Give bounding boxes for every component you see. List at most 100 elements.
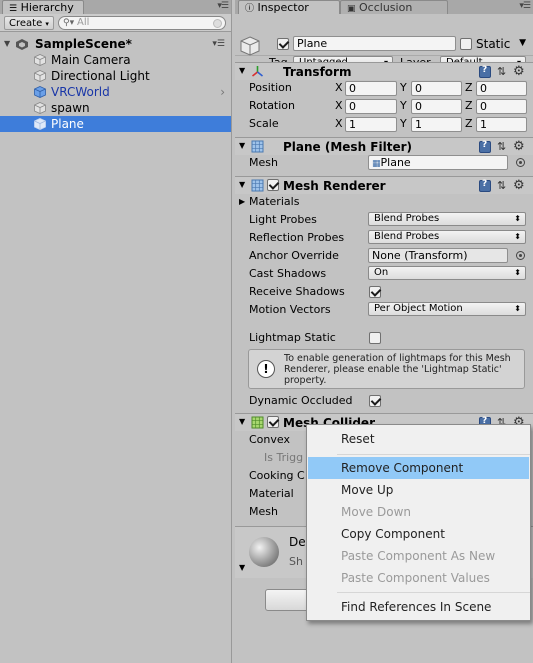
- lightmap-help-box: ! To enable generation of lightmaps for …: [248, 349, 525, 389]
- object-picker-icon[interactable]: [516, 251, 525, 260]
- mesh-filter-mesh-field[interactable]: ▦Plane: [368, 155, 508, 170]
- help-text: To enable generation of lightmaps for th…: [284, 353, 511, 386]
- menu-item-reset[interactable]: Reset: [308, 428, 529, 450]
- help-book-icon[interactable]: [479, 179, 491, 192]
- active-checkbox[interactable]: [277, 38, 289, 50]
- hierarchy-item-vrcworld[interactable]: VRCWorld ›: [0, 84, 231, 100]
- hierarchy-item-spawn[interactable]: spawn: [0, 100, 231, 116]
- motion-vectors-label: Motion Vectors: [249, 303, 331, 316]
- presets-icon[interactable]: ⇅: [497, 140, 506, 153]
- dynamic-occluded-checkbox[interactable]: [369, 395, 381, 407]
- scale-y-field[interactable]: 1: [411, 117, 462, 132]
- hierarchy-item-main-camera[interactable]: Main Camera: [0, 52, 231, 68]
- anchor-override-field[interactable]: None (Transform): [368, 248, 508, 263]
- axis-x-label: X: [335, 81, 343, 94]
- position-label: Position: [249, 81, 292, 94]
- axis-z-label: Z: [465, 99, 473, 112]
- static-dropdown-icon[interactable]: ▼: [519, 38, 526, 48]
- hierarchy-item-plane[interactable]: Plane: [0, 116, 231, 132]
- hierarchy-search-input[interactable]: ⚲▾ All: [58, 16, 226, 30]
- position-z-field[interactable]: 0: [476, 81, 527, 96]
- hierarchy-tab[interactable]: ☰ Hierarchy: [2, 0, 84, 14]
- dropdown-arrow-icon: ▾: [45, 20, 49, 28]
- collider-material-label: Material: [249, 487, 294, 500]
- mesh-renderer-header[interactable]: ▼ Mesh Renderer ⇅ ⚙: [235, 176, 533, 194]
- scene-name: SampleScene*: [35, 37, 132, 51]
- receive-shadows-checkbox[interactable]: [369, 286, 381, 298]
- convex-label: Convex: [249, 433, 290, 446]
- presets-icon[interactable]: ⇅: [497, 179, 506, 192]
- hierarchy-item-directional-light[interactable]: Directional Light: [0, 68, 231, 84]
- collapse-triangle-icon[interactable]: ▼: [239, 563, 245, 572]
- scale-x-field[interactable]: 1: [345, 117, 397, 132]
- mesh-renderer-enabled-checkbox[interactable]: [267, 179, 279, 191]
- axis-z-label: Z: [465, 117, 473, 130]
- inspector-tab-bar: ⓘ Inspector ▣ Occlusion ▾☰: [235, 0, 533, 14]
- position-x-field[interactable]: 0: [345, 81, 397, 96]
- position-y-field[interactable]: 0: [411, 81, 462, 96]
- component-header-icons: ⇅ ⚙: [479, 178, 529, 193]
- menu-separator: [337, 592, 530, 593]
- collapse-triangle-icon[interactable]: ▼: [239, 417, 245, 426]
- object-name-field[interactable]: Plane: [293, 36, 456, 51]
- presets-icon[interactable]: ⇅: [497, 65, 506, 78]
- collider-mesh-label: Mesh: [249, 505, 278, 518]
- create-button[interactable]: Create ▾: [4, 16, 54, 30]
- motion-vectors-dropdown[interactable]: Per Object Motion ⬍: [368, 302, 526, 316]
- rotation-x-field[interactable]: 0: [345, 99, 397, 114]
- tab-inspector[interactable]: ⓘ Inspector: [238, 0, 340, 14]
- scene-menu-icon[interactable]: ▾☰: [212, 36, 225, 52]
- help-book-icon[interactable]: [479, 140, 491, 153]
- gear-icon[interactable]: ⚙: [513, 178, 525, 193]
- menu-item-paste-values[interactable]: Paste Component Values: [308, 567, 529, 589]
- collapse-triangle-icon[interactable]: ▼: [239, 66, 245, 75]
- transform-header[interactable]: ▼ Transform ⇅ ⚙: [235, 62, 533, 80]
- occlusion-icon: ▣: [347, 4, 356, 14]
- scene-row[interactable]: ▼ SampleScene* ▾☰: [0, 36, 231, 52]
- axis-y-label: Y: [400, 117, 407, 130]
- mesh-icon: ▦: [372, 159, 381, 169]
- menu-item-move-down[interactable]: Move Down: [308, 501, 529, 523]
- mesh-filter-icon: [251, 140, 264, 153]
- mesh-collider-enabled-checkbox[interactable]: [267, 416, 279, 428]
- search-cancel-icon[interactable]: [213, 19, 222, 28]
- scale-z-field[interactable]: 1: [476, 117, 527, 132]
- gear-icon[interactable]: ⚙: [513, 64, 525, 79]
- component-context-menu: Reset Remove Component Move Up Move Down…: [306, 424, 531, 621]
- menu-item-remove-component[interactable]: Remove Component: [308, 457, 529, 479]
- collapse-triangle-icon[interactable]: ▼: [239, 180, 245, 189]
- cast-shadows-label: Cast Shadows: [249, 267, 327, 280]
- help-book-icon[interactable]: [479, 65, 491, 78]
- tab-menu-icon[interactable]: ▾☰: [217, 1, 229, 11]
- reflection-probes-dropdown[interactable]: Blend Probes ⬍: [368, 230, 526, 244]
- static-checkbox[interactable]: [460, 38, 472, 50]
- menu-item-paste-as-new[interactable]: Paste Component As New: [308, 545, 529, 567]
- light-probes-dropdown[interactable]: Blend Probes ⬍: [368, 212, 526, 226]
- mesh-collider-icon: [251, 416, 264, 429]
- mesh-filter-header[interactable]: ▼ Plane (Mesh Filter) ⇅ ⚙: [235, 137, 533, 155]
- axis-y-label: Y: [400, 81, 407, 94]
- axis-z-label: Z: [465, 81, 473, 94]
- mesh-filter-title: Plane (Mesh Filter): [283, 140, 412, 154]
- gear-icon[interactable]: ⚙: [513, 139, 525, 154]
- object-picker-icon[interactable]: [516, 158, 525, 167]
- expand-triangle-icon[interactable]: ▼: [4, 36, 10, 52]
- cast-shadows-dropdown[interactable]: On ⬍: [368, 266, 526, 280]
- material-shader: Sh: [289, 555, 303, 568]
- chevron-right-icon[interactable]: ›: [220, 84, 225, 100]
- menu-item-find-references[interactable]: Find References In Scene: [308, 596, 529, 618]
- lightmap-static-checkbox[interactable]: [369, 332, 381, 344]
- gameobject-cube-icon: [34, 118, 46, 130]
- tab-occlusion[interactable]: ▣ Occlusion: [340, 0, 448, 14]
- collapse-triangle-icon[interactable]: ▼: [239, 141, 245, 150]
- axis-x-label: X: [335, 117, 343, 130]
- expand-triangle-icon[interactable]: ▶: [239, 197, 245, 206]
- rotation-z-field[interactable]: 0: [476, 99, 527, 114]
- tab-menu-icon[interactable]: ▾☰: [519, 1, 531, 11]
- rotation-y-field[interactable]: 0: [411, 99, 462, 114]
- updown-arrow-icon: ⬍: [514, 304, 521, 313]
- unity-scene-icon: [16, 39, 28, 50]
- menu-item-move-up[interactable]: Move Up: [308, 479, 529, 501]
- materials-label[interactable]: Materials: [249, 195, 299, 209]
- menu-item-copy-component[interactable]: Copy Component: [308, 523, 529, 545]
